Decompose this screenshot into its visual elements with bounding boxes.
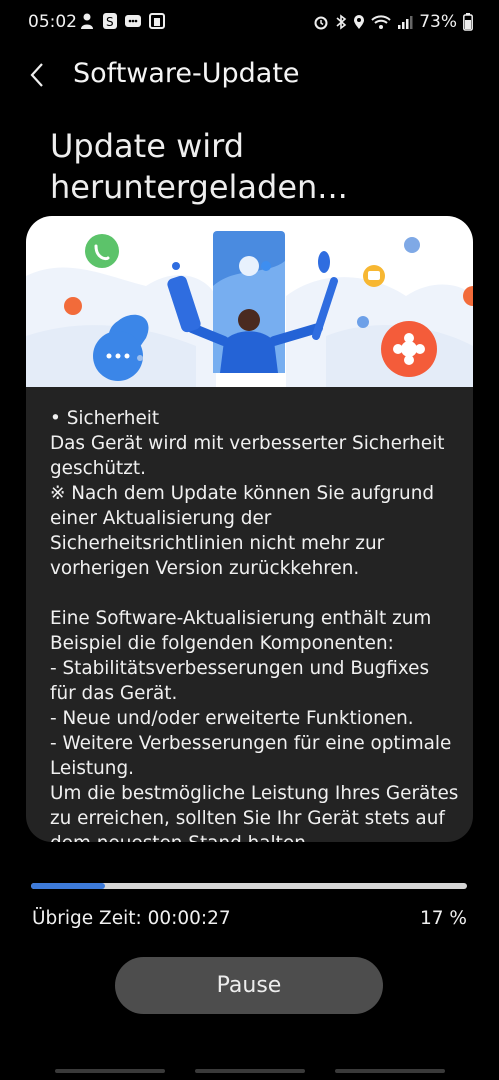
progress-percent: 17 %: [420, 908, 467, 929]
nav-home[interactable]: [195, 1069, 305, 1073]
release-notes[interactable]: • Sicherheit Das Gerät wird mit verbesse…: [50, 406, 460, 842]
location-icon: [354, 15, 365, 29]
status-bar: 05:02 S 73%: [0, 0, 499, 44]
pause-button[interactable]: Pause: [115, 957, 383, 1014]
update-illustration: [26, 216, 473, 387]
download-progress-bar: [31, 883, 467, 889]
wifi-icon: [371, 15, 391, 29]
nav-recents[interactable]: [55, 1069, 165, 1073]
battery-percent: 73%: [419, 12, 457, 32]
navigation-bar: [0, 1064, 499, 1080]
nav-back[interactable]: [335, 1069, 445, 1073]
status-time: 05:02: [28, 12, 77, 32]
calendar-icon: [149, 13, 165, 29]
update-info-card: • Sicherheit Das Gerät wird mit verbesse…: [26, 216, 473, 842]
page-title: Software-Update: [73, 58, 300, 89]
chevron-left-icon: [30, 63, 43, 87]
app-more-icon: [125, 15, 141, 27]
bluetooth-icon: [336, 14, 347, 30]
illustration-svg: [26, 231, 473, 387]
progress-fill: [31, 883, 106, 889]
svg-text:S: S: [106, 15, 114, 29]
signal-icon: [398, 16, 413, 29]
battery-icon: [463, 13, 473, 31]
remaining-time: Übrige Zeit: 00:00:27: [32, 908, 231, 929]
alarm-icon: [314, 16, 328, 30]
download-status-heading: Update wird heruntergeladen...: [50, 127, 348, 206]
person-alert-icon: [81, 13, 93, 29]
system-icons: 73%: [313, 12, 473, 32]
app-s-icon: S: [103, 13, 117, 29]
app-header: Software-Update: [0, 50, 499, 100]
notification-icons: S: [80, 12, 166, 30]
back-button[interactable]: [22, 58, 52, 92]
